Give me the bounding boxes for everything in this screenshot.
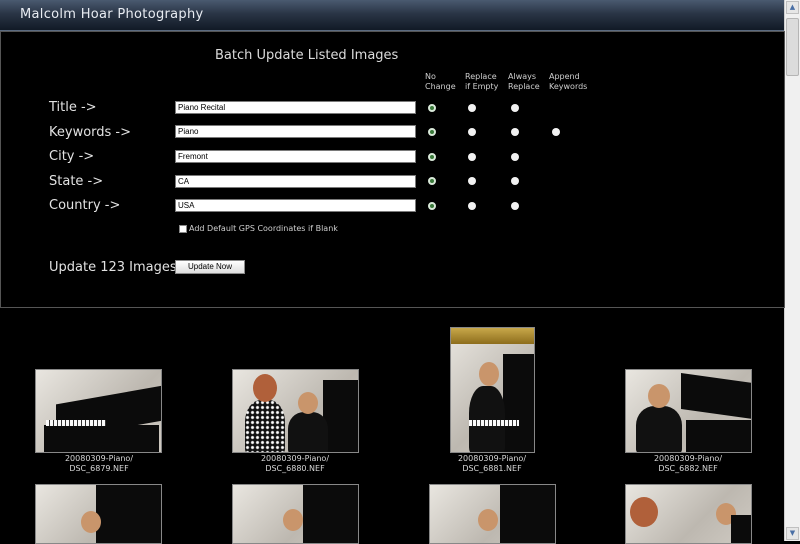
vertical-scrollbar[interactable]: ▲ ▼ <box>784 0 800 541</box>
batch-update-panel: Batch Update Listed Images No Change Rep… <box>0 31 785 308</box>
image-caption: 20080309-Piano/ DSC_6881.NEF <box>457 454 527 473</box>
col-header-always-replace: Always Replace <box>508 72 540 91</box>
panel-title: Batch Update Listed Images <box>215 48 399 63</box>
image-thumbnail[interactable] <box>450 327 535 453</box>
gps-checkbox[interactable] <box>179 225 187 233</box>
gps-checkbox-label: Add Default GPS Coordinates if Blank <box>189 224 338 233</box>
image-caption: 20080309-Piano/ DSC_6879.NEF <box>64 454 134 473</box>
title-always-replace-radio[interactable] <box>511 104 519 112</box>
title-no-change-radio[interactable] <box>428 104 436 112</box>
scrollbar-thumb[interactable] <box>786 18 799 76</box>
keywords-replace-if-empty-radio[interactable] <box>468 128 476 136</box>
country-always-replace-radio[interactable] <box>511 202 519 210</box>
scroll-up-arrow-icon[interactable]: ▲ <box>786 1 799 14</box>
state-no-change-radio[interactable] <box>428 177 436 185</box>
country-input[interactable]: USA <box>175 199 416 212</box>
keywords-append-radio[interactable] <box>552 128 560 136</box>
update-count-label: Update 123 Images <box>49 260 177 275</box>
image-caption: 20080309-Piano/ DSC_6880.NEF <box>260 454 330 473</box>
keywords-input[interactable]: Piano <box>175 125 416 138</box>
city-label: City -> <box>49 149 95 164</box>
city-no-change-radio[interactable] <box>428 153 436 161</box>
keywords-always-replace-radio[interactable] <box>511 128 519 136</box>
country-replace-if-empty-radio[interactable] <box>468 202 476 210</box>
col-header-replace-if-empty: Replace if Empty <box>465 72 499 91</box>
image-thumbnail[interactable] <box>232 369 359 453</box>
app-title: Malcolm Hoar Photography <box>20 7 204 22</box>
image-thumbnail[interactable] <box>35 369 162 453</box>
state-input[interactable]: CA <box>175 175 416 188</box>
update-now-button[interactable]: Update Now <box>175 260 245 274</box>
title-replace-if-empty-radio[interactable] <box>468 104 476 112</box>
country-no-change-radio[interactable] <box>428 202 436 210</box>
image-caption: 20080309-Piano/ DSC_6882.NEF <box>653 454 723 473</box>
col-header-append-keywords: Append Keywords <box>549 72 588 91</box>
city-always-replace-radio[interactable] <box>511 153 519 161</box>
image-thumbnail[interactable] <box>625 369 752 453</box>
col-header-no-change: No Change <box>425 72 456 91</box>
title-label: Title -> <box>49 100 97 115</box>
image-thumbnail[interactable] <box>625 484 752 544</box>
city-input[interactable]: Fremont <box>175 150 416 163</box>
scroll-down-arrow-icon[interactable]: ▼ <box>786 527 799 540</box>
keywords-no-change-radio[interactable] <box>428 128 436 136</box>
image-gallery: 20080309-Piano/ DSC_6879.NEF 20080309-Pi… <box>0 309 785 544</box>
state-always-replace-radio[interactable] <box>511 177 519 185</box>
state-label: State -> <box>49 174 104 189</box>
keywords-label: Keywords -> <box>49 125 132 140</box>
title-input[interactable]: Piano Recital <box>175 101 416 114</box>
image-thumbnail[interactable] <box>35 484 162 544</box>
app-header: Malcolm Hoar Photography <box>0 0 785 31</box>
city-replace-if-empty-radio[interactable] <box>468 153 476 161</box>
country-label: Country -> <box>49 198 121 213</box>
image-thumbnail[interactable] <box>429 484 556 544</box>
image-thumbnail[interactable] <box>232 484 359 544</box>
state-replace-if-empty-radio[interactable] <box>468 177 476 185</box>
